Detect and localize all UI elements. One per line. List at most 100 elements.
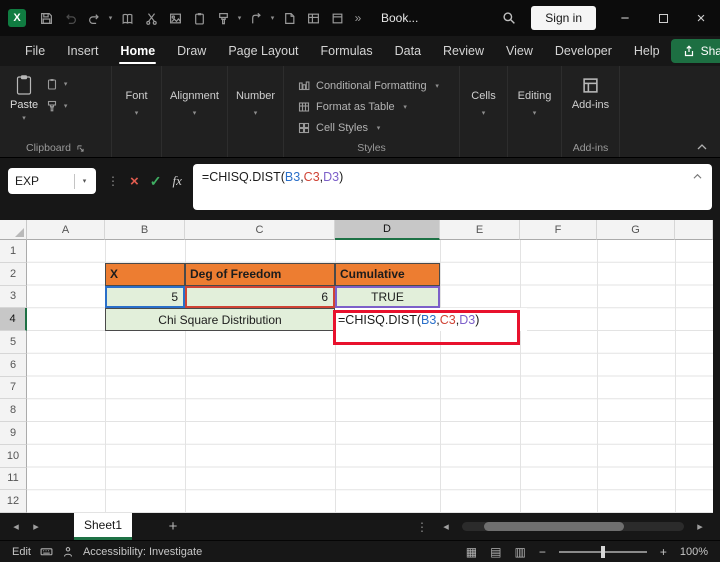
- horizontal-scrollbar[interactable]: ◂ ▸: [436, 520, 720, 533]
- cell-d3[interactable]: TRUE: [335, 285, 440, 309]
- collapse-formula-bar-icon[interactable]: [692, 172, 703, 180]
- select-all-button[interactable]: [0, 220, 27, 240]
- column-header-b[interactable]: B: [105, 220, 185, 240]
- cell-c2[interactable]: Deg of Freedom: [185, 262, 335, 286]
- grid-body[interactable]: X Deg of Freedom Cumulative 5 6 TRUE Chi…: [27, 240, 713, 513]
- row-header-10[interactable]: 10: [0, 444, 27, 468]
- row-header-2[interactable]: 2: [0, 262, 27, 286]
- row-header-3[interactable]: 3: [0, 285, 27, 309]
- cell-d2[interactable]: Cumulative: [335, 262, 440, 286]
- add-sheet-button[interactable]: +: [162, 518, 184, 535]
- scroll-right-icon[interactable]: ▸: [690, 520, 710, 533]
- maximize-button[interactable]: [644, 0, 682, 36]
- save-icon[interactable]: [34, 5, 58, 31]
- format-as-table-button[interactable]: Format as Table ▾: [298, 96, 459, 117]
- ribbon-group-number[interactable]: Number ▾: [228, 66, 284, 157]
- insert-function-icon[interactable]: fx: [173, 173, 182, 189]
- tab-file[interactable]: File: [14, 37, 56, 65]
- row-header-12[interactable]: 12: [0, 490, 27, 513]
- chevron-down-icon[interactable]: ▾: [268, 14, 277, 22]
- page-layout-view-icon[interactable]: ▤: [490, 545, 501, 559]
- toolbar-overflow-icon[interactable]: »: [349, 11, 367, 25]
- bend-arrow-icon[interactable]: [244, 5, 268, 31]
- chevron-down-icon[interactable]: ▾: [235, 14, 244, 22]
- tab-view[interactable]: View: [495, 37, 544, 65]
- keyboard-icon[interactable]: [40, 545, 53, 558]
- format-painter-icon[interactable]: [211, 5, 235, 31]
- kebab-icon[interactable]: ⋮: [408, 520, 436, 534]
- sign-in-button[interactable]: Sign in: [531, 6, 596, 30]
- zoom-in-icon[interactable]: +: [660, 545, 667, 559]
- zoom-slider-thumb[interactable]: [600, 545, 605, 558]
- ribbon-group-alignment[interactable]: Alignment ▾: [162, 66, 228, 157]
- table-icon[interactable]: [301, 5, 325, 31]
- collapse-ribbon-icon[interactable]: [696, 142, 708, 151]
- format-painter-button[interactable]: ▾: [46, 100, 70, 112]
- picture-icon[interactable]: [163, 5, 187, 31]
- column-header-g[interactable]: G: [597, 220, 675, 240]
- column-header-e[interactable]: E: [440, 220, 520, 240]
- row-header-5[interactable]: 5: [0, 331, 27, 354]
- enter-icon[interactable]: ✓: [150, 173, 162, 190]
- tab-home[interactable]: Home: [109, 37, 166, 65]
- row-header-6[interactable]: 6: [0, 353, 27, 377]
- cell-b2[interactable]: X: [105, 262, 185, 286]
- conditional-formatting-button[interactable]: Conditional Formatting ▾: [298, 75, 459, 96]
- sheet-tab-sheet1[interactable]: Sheet1: [74, 513, 133, 540]
- zoom-level[interactable]: 100%: [680, 546, 708, 558]
- sheet-nav-left-icon[interactable]: ◂: [6, 520, 26, 533]
- search-icon[interactable]: [497, 5, 521, 31]
- tab-insert[interactable]: Insert: [56, 37, 109, 65]
- cell-c3[interactable]: 6: [185, 285, 335, 309]
- scrollbar-track[interactable]: [462, 522, 684, 531]
- cell-b4-merged[interactable]: Chi Square Distribution: [105, 308, 335, 331]
- column-header-partial[interactable]: [675, 220, 713, 240]
- clipboard-icon[interactable]: [187, 5, 211, 31]
- column-header-a[interactable]: A: [27, 220, 105, 240]
- row-header-8[interactable]: 8: [0, 399, 27, 422]
- row-header-4[interactable]: 4: [0, 308, 27, 331]
- ribbon-group-editing[interactable]: Editing ▾: [508, 66, 562, 157]
- row-header-7[interactable]: 7: [0, 376, 27, 400]
- cell-styles-button[interactable]: Cell Styles ▾: [298, 117, 459, 138]
- page-icon[interactable]: [277, 5, 301, 31]
- zoom-out-icon[interactable]: −: [539, 545, 546, 559]
- ribbon-group-addins[interactable]: Add-ins Add-ins: [562, 66, 620, 157]
- accessibility-icon[interactable]: [62, 546, 74, 558]
- normal-view-icon[interactable]: ▦: [466, 545, 477, 559]
- cancel-icon[interactable]: ×: [130, 173, 139, 190]
- scrollbar-thumb[interactable]: [484, 522, 624, 531]
- tab-data[interactable]: Data: [384, 37, 432, 65]
- tab-developer[interactable]: Developer: [544, 37, 623, 65]
- accessibility-status[interactable]: Accessibility: Investigate: [83, 546, 202, 558]
- tab-draw[interactable]: Draw: [166, 37, 217, 65]
- share-button[interactable]: Share: [670, 39, 720, 63]
- row-header-9[interactable]: 9: [0, 422, 27, 445]
- copy-book-icon[interactable]: [115, 5, 139, 31]
- tab-page-layout[interactable]: Page Layout: [217, 37, 309, 65]
- dialog-launcher-icon[interactable]: [76, 144, 85, 153]
- ribbon-group-cells[interactable]: Cells ▾: [460, 66, 508, 157]
- zoom-slider[interactable]: [558, 545, 647, 558]
- chevron-down-icon[interactable]: ▾: [106, 14, 115, 22]
- tab-help[interactable]: Help: [623, 37, 671, 65]
- frame-icon[interactable]: [325, 5, 349, 31]
- undo-icon[interactable]: [58, 5, 82, 31]
- page-break-view-icon[interactable]: ▥: [514, 545, 525, 559]
- column-header-c[interactable]: C: [185, 220, 335, 240]
- tab-formulas[interactable]: Formulas: [310, 37, 384, 65]
- tab-review[interactable]: Review: [432, 37, 495, 65]
- row-header-1[interactable]: 1: [0, 240, 27, 263]
- excel-logo[interactable]: X: [8, 9, 26, 27]
- formula-input[interactable]: =CHISQ.DIST(B3,C3,D3): [192, 164, 712, 210]
- close-button[interactable]: ×: [682, 0, 720, 36]
- sheet-nav-right-icon[interactable]: ▸: [26, 520, 46, 533]
- row-header-11[interactable]: 11: [0, 467, 27, 491]
- name-box[interactable]: EXP ▾: [8, 168, 96, 194]
- column-header-f[interactable]: F: [520, 220, 597, 240]
- redo-icon[interactable]: [82, 5, 106, 31]
- ribbon-group-font[interactable]: Font ▾: [112, 66, 162, 157]
- cut-icon[interactable]: [139, 5, 163, 31]
- scroll-left-icon[interactable]: ◂: [436, 520, 456, 533]
- cell-b3[interactable]: 5: [105, 285, 185, 309]
